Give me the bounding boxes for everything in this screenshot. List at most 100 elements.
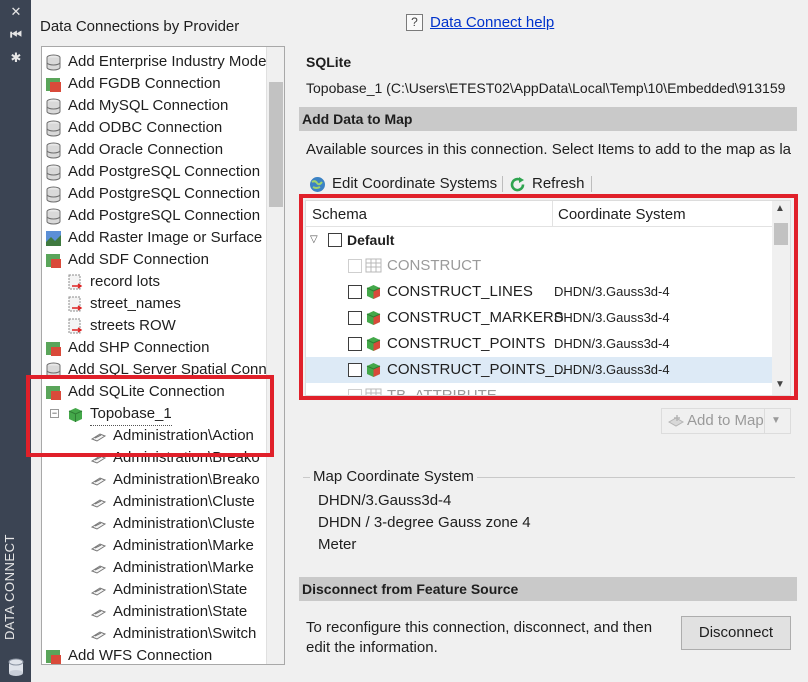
collapse-icon[interactable]: ⏮	[8, 27, 24, 43]
map-cs-title: Map Coordinate System	[310, 468, 477, 485]
disconnect-section-header[interactable]: Disconnect from Feature Source	[299, 577, 797, 601]
scrollbar-thumb[interactable]	[269, 82, 283, 207]
feature-icon	[90, 516, 107, 533]
source-row[interactable]: CONSTRUCT_LINES DHDN/3.Gauss3d-4	[306, 279, 772, 305]
source-checkbox[interactable]	[348, 259, 362, 273]
tree-item[interactable]: Add WFS Connection	[42, 645, 274, 664]
file-link-icon	[67, 274, 84, 291]
shp-icon	[45, 340, 62, 357]
close-icon[interactable]: ✕	[8, 4, 24, 20]
file-link-icon	[67, 318, 84, 335]
sources-grid[interactable]: Schema Coordinate System ▽ Default CONST…	[305, 200, 791, 396]
tree-item[interactable]: Add PostgreSQL Connection	[42, 183, 274, 205]
raster-icon	[45, 230, 62, 247]
settings-icon[interactable]: ✱	[8, 50, 24, 66]
scroll-down-icon[interactable]: ▼	[775, 379, 785, 390]
source-row[interactable]: TB_ATTRIBUTE	[306, 383, 772, 395]
help-icon[interactable]: ?	[406, 14, 423, 31]
tree-item[interactable]: Add SQL Server Spatial Conn	[42, 359, 274, 381]
collapse-arrow-icon[interactable]: ▽	[310, 227, 318, 253]
tree-item-label: Add SQL Server Spatial Conn	[68, 361, 267, 378]
source-checkbox[interactable]	[348, 311, 362, 325]
tree-item-label: Add Oracle Connection	[68, 141, 224, 158]
tree-item[interactable]: − Topobase_1	[42, 403, 274, 426]
chevron-down-icon[interactable]: ▼	[771, 409, 781, 433]
provider-heading: SQLite	[306, 54, 352, 70]
source-coordinate-system: DHDN/3.Gauss3d-4	[554, 310, 670, 325]
column-header-schema[interactable]: Schema	[312, 206, 367, 223]
add-to-map-button[interactable]: Add to Map ▼	[661, 408, 791, 434]
collapse-toggle-icon[interactable]: −	[50, 409, 59, 418]
schema-group-label: Default	[347, 232, 395, 248]
schema-group-row[interactable]: ▽ Default	[306, 227, 772, 253]
tree-item[interactable]: Add SQLite Connection	[42, 381, 274, 403]
refresh-button[interactable]: Refresh	[532, 175, 585, 192]
source-checkbox[interactable]	[348, 389, 362, 395]
tree-item[interactable]: Add Raster Image or Surface	[42, 227, 274, 249]
tree-item-label: Administration\State	[113, 603, 248, 620]
fgdb-icon	[45, 76, 62, 93]
scrollbar-thumb[interactable]	[774, 223, 788, 245]
tree-item-label: Add FGDB Connection	[68, 75, 221, 92]
table-icon	[365, 387, 382, 395]
tree-item-label: Administration\Marke	[113, 559, 254, 576]
source-row[interactable]: CONSTRUCT_POINTS_... DHDN/3.Gauss3d-4	[306, 357, 772, 383]
feature-icon	[90, 428, 107, 445]
disconnect-description: To reconfigure this connection, disconne…	[306, 619, 653, 656]
tree-item[interactable]: Add SHP Connection	[42, 337, 274, 359]
tree-scrollbar[interactable]	[266, 47, 284, 664]
database-icon	[45, 362, 62, 379]
source-row[interactable]: CONSTRUCT_POINTS DHDN/3.Gauss3d-4	[306, 331, 772, 357]
tree-item[interactable]: Administration\Marke	[42, 535, 274, 557]
edit-coordinate-systems-button[interactable]: Edit Coordinate Systems	[332, 175, 497, 192]
source-checkbox[interactable]	[348, 363, 362, 377]
tree-item[interactable]: Administration\State	[42, 601, 274, 623]
source-name: CONSTRUCT_POINTS	[387, 335, 546, 352]
feature-icon	[90, 538, 107, 555]
tree-item-label: streets ROW	[90, 317, 176, 334]
database-icon	[45, 164, 62, 181]
source-checkbox[interactable]	[348, 337, 362, 351]
source-row[interactable]: CONSTRUCT	[306, 253, 772, 279]
grid-scrollbar[interactable]: ▲ ▼	[772, 201, 790, 395]
sources-toolbar: Edit Coordinate Systems Refresh	[306, 171, 794, 197]
tree-item[interactable]: Add Oracle Connection	[42, 139, 274, 161]
help-link[interactable]: Data Connect help	[430, 14, 554, 31]
source-checkbox[interactable]	[348, 285, 362, 299]
connection-path: Topobase_1 (C:\Users\ETEST02\AppData\Loc…	[306, 80, 786, 96]
scroll-up-icon[interactable]: ▲	[775, 203, 785, 214]
disconnect-button[interactable]: Disconnect	[681, 616, 791, 650]
add-to-map-label: Add to Map	[687, 412, 764, 429]
tree-item[interactable]: street_names	[42, 293, 274, 315]
feature-icon	[90, 560, 107, 577]
feature-icon	[90, 494, 107, 511]
tree-item-label: Administration\Breako	[113, 471, 260, 488]
tree-item[interactable]: Administration\Action	[42, 425, 274, 447]
schema-group-checkbox[interactable]	[328, 233, 342, 247]
map-cs-name: DHDN / 3-degree Gauss zone 4	[318, 514, 531, 531]
tree-item[interactable]: Administration\Switch	[42, 623, 274, 645]
tree-item[interactable]: Administration\State	[42, 579, 274, 601]
tree-item[interactable]: Administration\Cluste	[42, 513, 274, 535]
feature-icon	[90, 450, 107, 467]
tree-item[interactable]: streets ROW	[42, 315, 274, 337]
column-divider[interactable]	[552, 201, 553, 227]
tree-item[interactable]: record lots	[42, 271, 274, 293]
tree-item-label: Topobase_1	[90, 403, 172, 426]
tree-item[interactable]: Add PostgreSQL Connection	[42, 161, 274, 183]
add-data-description: Available sources in this connection. Se…	[306, 141, 791, 158]
tree-item[interactable]: Add FGDB Connection	[42, 73, 274, 95]
tree-item[interactable]: Add ODBC Connection	[42, 117, 274, 139]
source-row[interactable]: CONSTRUCT_MARKERS DHDN/3.Gauss3d-4	[306, 305, 772, 331]
tree-item[interactable]: Add SDF Connection	[42, 249, 274, 271]
column-header-coordinate-system[interactable]: Coordinate System	[558, 206, 686, 223]
tree-item[interactable]: Administration\Cluste	[42, 491, 274, 513]
add-data-section-header[interactable]: Add Data to Map	[299, 107, 797, 131]
tree-item[interactable]: Administration\Breako	[42, 469, 274, 491]
tree-item[interactable]: Add Enterprise Industry Model	[42, 51, 274, 73]
tree-item[interactable]: Add MySQL Connection	[42, 95, 274, 117]
connections-tree[interactable]: Add WFS Connection Administration\Switch A…	[41, 46, 285, 665]
tree-item[interactable]: Add PostgreSQL Connection	[42, 205, 274, 227]
tree-item[interactable]: Administration\Marke	[42, 557, 274, 579]
tree-item[interactable]: Administration\Breako	[42, 447, 274, 469]
